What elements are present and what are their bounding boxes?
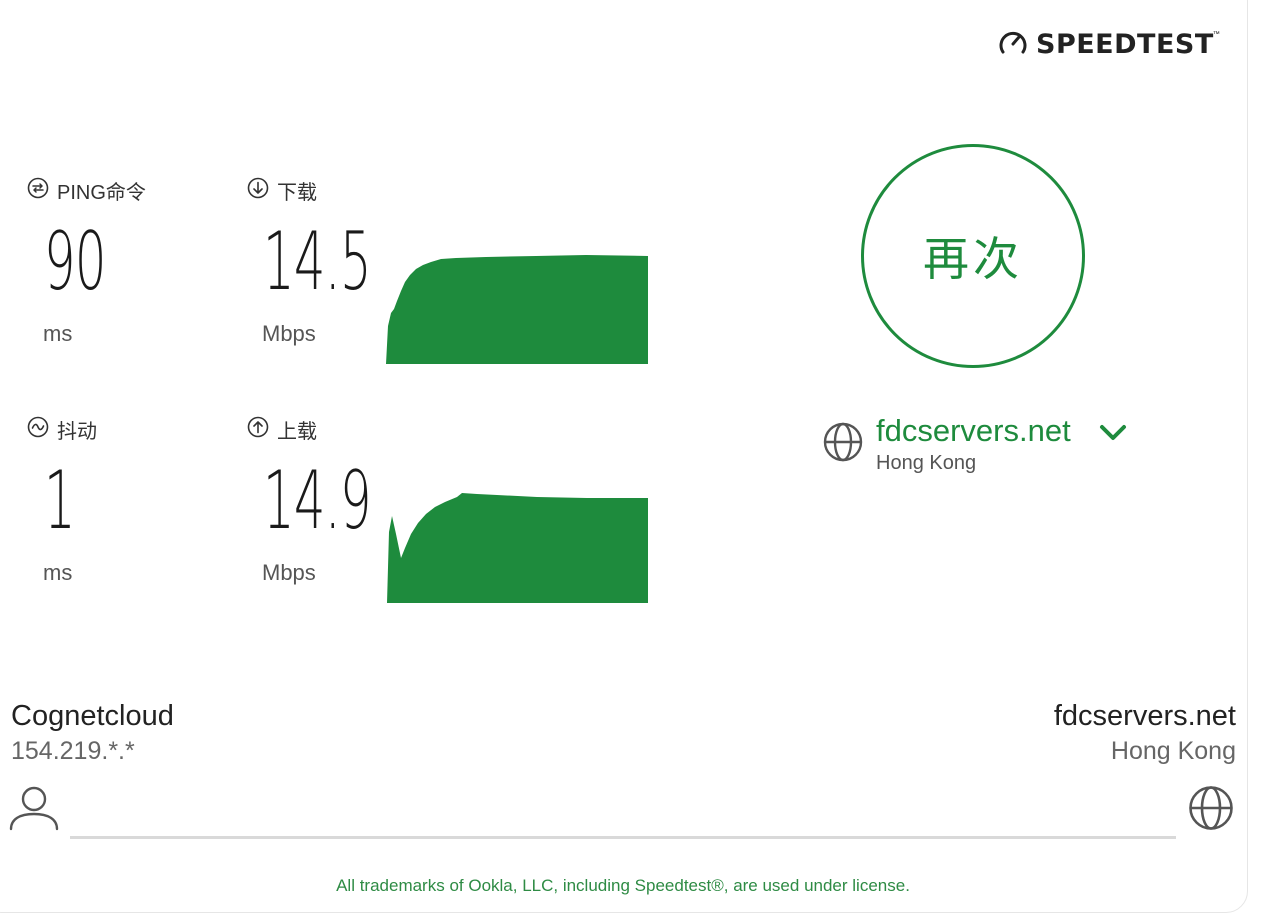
upload-header: 上载 (247, 415, 317, 444)
upload-arrow-icon (247, 416, 269, 443)
chevron-down-icon[interactable] (1097, 418, 1129, 451)
connection-line (70, 836, 1176, 839)
isp-name: Cognetcloud (11, 700, 174, 732)
jitter-header: 抖动 (27, 415, 97, 444)
server-location: Hong Kong (876, 452, 977, 474)
upload-value: 14.9 (263, 454, 372, 547)
jitter-label: 抖动 (57, 421, 97, 443)
upload-label: 上载 (277, 421, 317, 443)
logo-trademark: ™ (1212, 30, 1220, 38)
jitter-unit: ms (43, 560, 73, 585)
trademark-footer: All trademarks of Ookla, LLC, including … (336, 876, 910, 895)
download-value: 14.5 (263, 215, 372, 308)
jitter-value: 1 (44, 454, 76, 547)
result-card (0, 0, 1248, 913)
upload-speed-graph (387, 493, 648, 603)
globe-icon (822, 421, 864, 468)
download-label: 下载 (277, 182, 317, 204)
user-icon (8, 783, 60, 838)
again-button[interactable]: 再次 (861, 144, 1085, 368)
download-arrow-icon (247, 177, 269, 204)
connected-server-name: fdcservers.net (1053, 700, 1236, 732)
jitter-wave-icon (27, 416, 49, 443)
download-header: 下载 (247, 176, 317, 205)
ping-arrows-icon (27, 177, 49, 204)
logo-text: SPEEDTEST (1036, 28, 1214, 60)
isp-ip: 154.219.*.* (11, 737, 135, 765)
speedometer-icon (998, 27, 1028, 62)
ping-header: PING命令 (27, 176, 146, 205)
upload-unit: Mbps (262, 560, 316, 585)
download-speed-graph (386, 255, 648, 364)
ping-unit: ms (43, 321, 73, 346)
globe-icon (1188, 785, 1234, 836)
again-button-label: 再次 (923, 233, 1023, 285)
download-unit: Mbps (262, 321, 316, 346)
ping-label: PING命令 (57, 182, 146, 204)
speedtest-logo[interactable]: SPEEDTEST ™ (998, 27, 1220, 62)
ping-value: 90 (44, 215, 106, 308)
connected-server-location: Hong Kong (1110, 737, 1236, 765)
server-name[interactable]: fdcservers.net (876, 413, 1071, 449)
